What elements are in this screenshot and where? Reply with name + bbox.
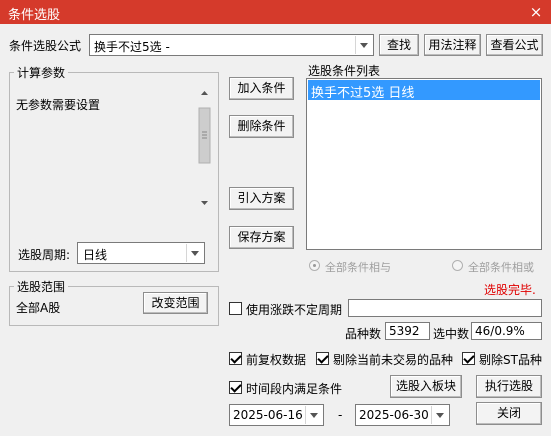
exclude-st-checkbox[interactable]: [462, 352, 475, 365]
and-radio-label: 全部条件相与: [325, 261, 391, 274]
window-title: 条件选股: [8, 8, 61, 23]
view-formula-button[interactable]: 查看公式: [486, 34, 543, 56]
end-date-value: 2025-06-30: [359, 408, 429, 422]
import-plan-button[interactable]: 引入方案: [229, 187, 294, 210]
uncertain-period-checkbox[interactable]: [229, 302, 242, 315]
close-icon[interactable]: ×: [521, 0, 551, 24]
params-message: 无参数需要设置: [16, 98, 101, 112]
and-radio[interactable]: [309, 260, 320, 271]
count-label: 品种数: [345, 327, 382, 341]
execute-button[interactable]: 执行选股: [476, 375, 542, 398]
delete-condition-button[interactable]: 删除条件: [229, 115, 294, 138]
uncertain-period-input[interactable]: [348, 299, 542, 317]
chevron-down-icon[interactable]: [186, 244, 203, 262]
start-date-value: 2025-06-16: [233, 408, 303, 422]
period-select-value: 日线: [83, 248, 108, 262]
range-value: 全部A股: [16, 301, 61, 315]
formula-select[interactable]: 换手不过5选 -: [89, 34, 374, 56]
chevron-down-icon[interactable]: [431, 406, 448, 424]
find-button[interactable]: 查找: [379, 34, 419, 56]
period-select[interactable]: 日线: [77, 242, 205, 264]
chevron-down-icon[interactable]: [355, 36, 372, 54]
status-text: 选股完毕.: [484, 283, 536, 297]
scrollbar-arrows-icon[interactable]: [197, 83, 212, 211]
adjust-label: 前复权数据: [246, 353, 307, 367]
range-group-label: 选股范围: [14, 278, 69, 295]
close-button[interactable]: 关闭: [476, 402, 542, 425]
count-value: 5392: [385, 322, 430, 340]
chevron-down-icon[interactable]: [305, 406, 322, 424]
usage-button[interactable]: 用法注释: [424, 34, 481, 56]
selected-value: 46/0.9%: [471, 322, 542, 340]
adjust-checkbox[interactable]: [229, 352, 242, 365]
period-label: 选股周期:: [18, 248, 71, 262]
uncertain-period-label: 使用涨跌不定周期: [246, 303, 343, 317]
change-range-button[interactable]: 改变范围: [143, 292, 208, 314]
exclude-nontrading-label: 剔除当前未交易的品种: [333, 353, 454, 367]
exclude-nontrading-checkbox[interactable]: [316, 352, 329, 365]
to-block-button[interactable]: 选股入板块: [390, 375, 462, 398]
params-area: 无参数需要设置: [13, 82, 212, 212]
time-range-checkbox[interactable]: [229, 381, 242, 394]
list-item[interactable]: 换手不过5选 日线: [308, 80, 540, 101]
add-condition-button[interactable]: 加入条件: [229, 77, 294, 100]
condition-list[interactable]: 换手不过5选 日线: [306, 78, 542, 250]
exclude-st-label: 剔除ST品种: [479, 353, 542, 367]
time-range-label: 时间段内满足条件: [246, 382, 343, 396]
formula-select-value: 换手不过5选 -: [94, 40, 170, 54]
save-plan-button[interactable]: 保存方案: [229, 226, 294, 249]
end-date-input[interactable]: 2025-06-30: [355, 404, 450, 426]
condition-list-title: 选股条件列表: [308, 64, 381, 78]
start-date-input[interactable]: 2025-06-16: [229, 404, 324, 426]
title-bar[interactable]: 条件选股 ×: [0, 0, 551, 24]
formula-label: 条件选股公式: [9, 39, 82, 53]
params-scrollbar[interactable]: [197, 83, 212, 211]
or-radio-label: 全部条件相或: [468, 261, 534, 274]
selected-label: 选中数: [433, 327, 470, 341]
params-group-label: 计算参数: [14, 64, 69, 81]
or-radio[interactable]: [452, 260, 463, 271]
date-separator: -: [338, 408, 343, 422]
